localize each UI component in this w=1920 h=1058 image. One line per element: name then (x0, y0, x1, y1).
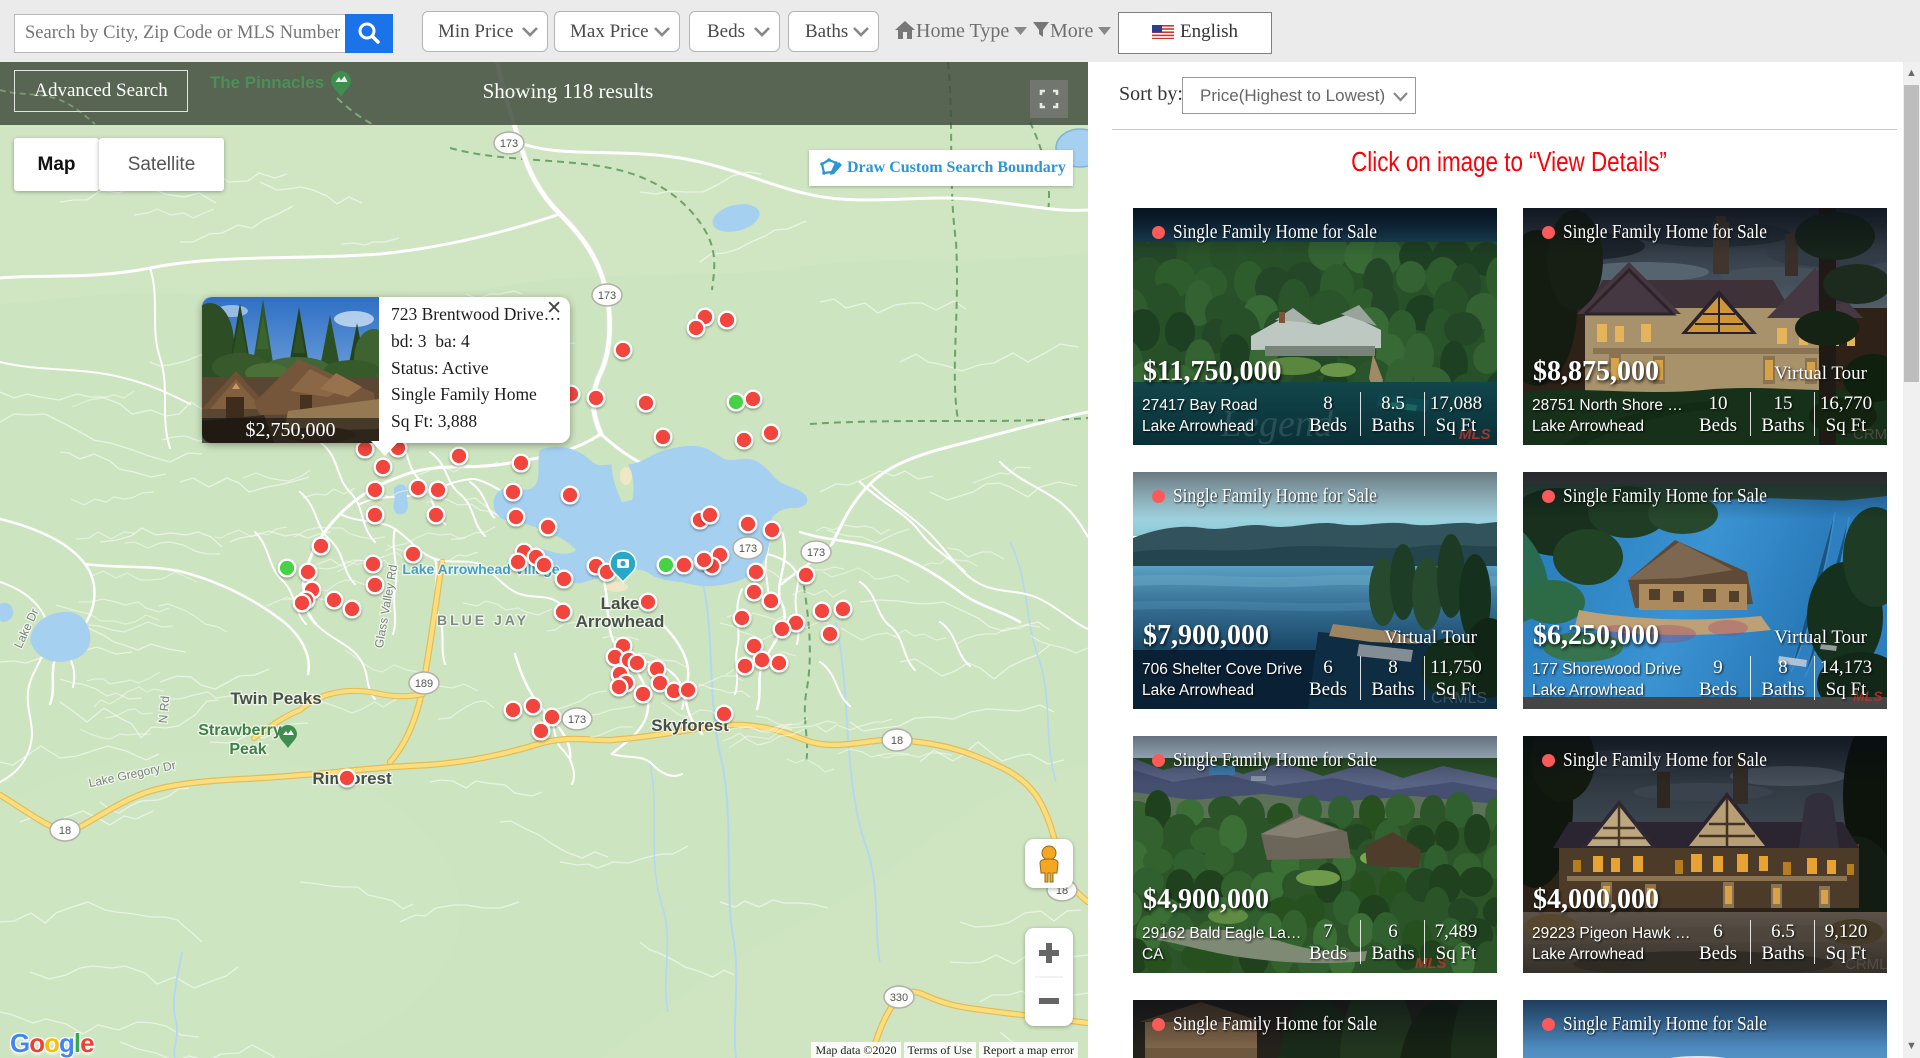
svg-text:Lake: Lake (601, 594, 640, 613)
svg-text:Arrowhead: Arrowhead (576, 612, 665, 631)
svg-text:173: 173 (500, 138, 518, 150)
svg-text:173: 173 (807, 547, 825, 559)
svg-text:330: 330 (890, 992, 908, 1004)
svg-text:Strawberry: Strawberry (198, 722, 282, 739)
svg-text:N Rd: N Rd (156, 695, 172, 723)
svg-text:189: 189 (415, 678, 433, 690)
svg-text:BLUE JAY: BLUE JAY (437, 612, 529, 628)
svg-text:18: 18 (59, 825, 71, 837)
svg-text:Twin Peaks: Twin Peaks (230, 689, 321, 708)
svg-text:173: 173 (739, 543, 757, 555)
svg-text:173: 173 (598, 290, 616, 302)
svg-text:173: 173 (568, 714, 586, 726)
svg-text:18: 18 (891, 735, 903, 747)
svg-text:Peak: Peak (229, 741, 266, 758)
